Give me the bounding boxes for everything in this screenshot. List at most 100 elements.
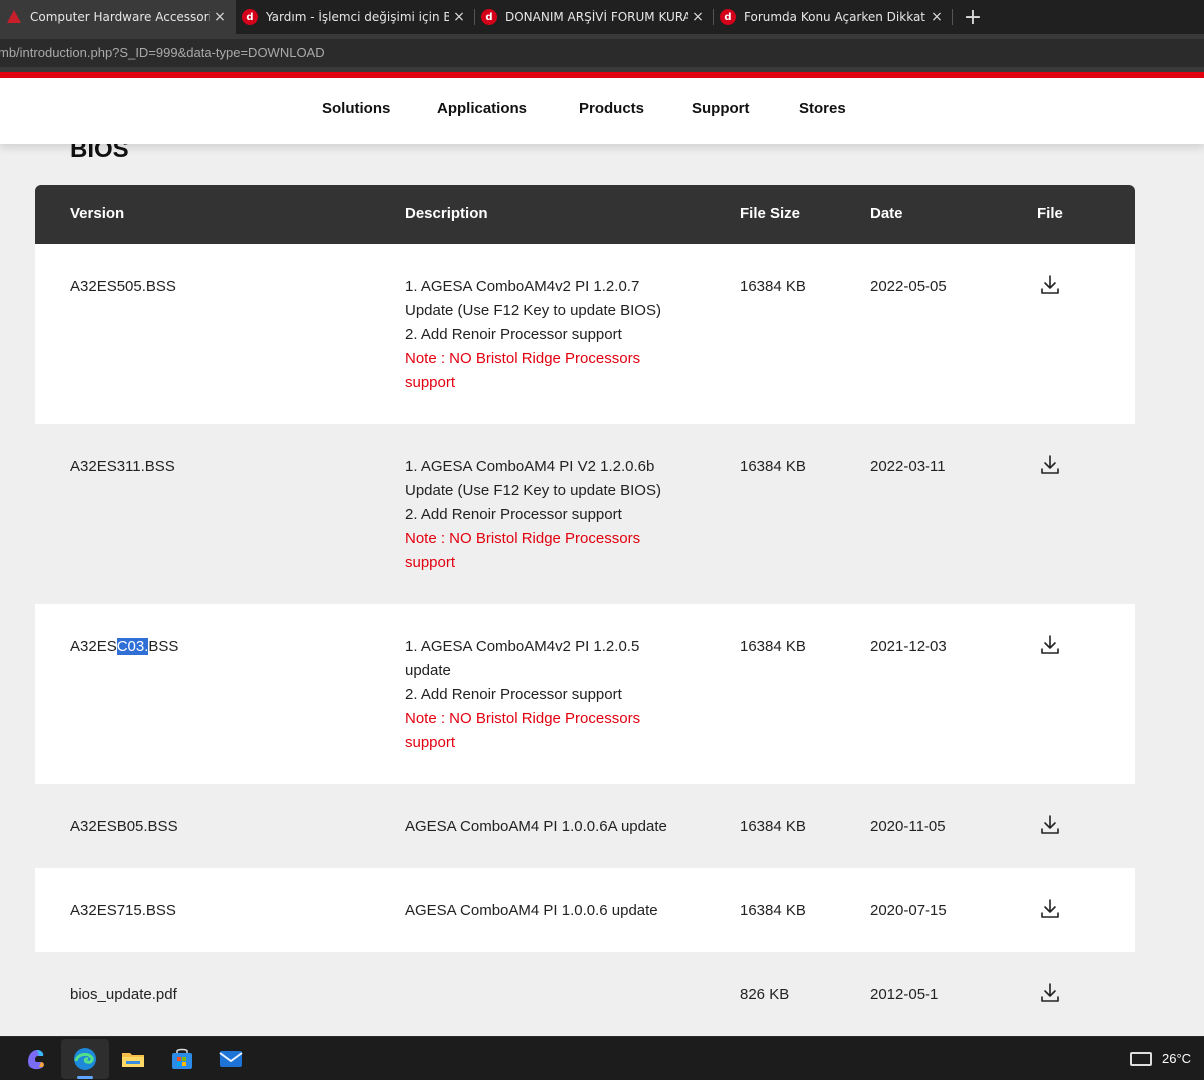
- column-header-file: File: [1037, 205, 1063, 222]
- file-size-cell: 826 KB: [740, 986, 790, 1003]
- weather-icon[interactable]: [1130, 1052, 1152, 1066]
- browser-tab-asrock[interactable]: Computer Hardware Accessories, ×: [0, 0, 236, 34]
- description-cell: 1. AGESA ComboAM4v2 PI 1.2.0.7 Update (U…: [405, 275, 705, 395]
- close-icon[interactable]: ×: [688, 9, 708, 25]
- asrock-triangle-icon: [6, 9, 22, 25]
- tab-title: Computer Hardware Accessories,: [30, 10, 210, 24]
- note-line: support: [405, 734, 456, 751]
- nav-support[interactable]: Support: [692, 100, 750, 117]
- version-text: A32ESB05.BSS: [70, 818, 178, 835]
- tab-title: Forumda Konu Açarken Dikkat Et: [744, 10, 927, 24]
- version-cell: A32ES311.BSS: [70, 455, 175, 479]
- download-icon[interactable]: [1038, 273, 1062, 297]
- table-row: A32ES715.BSS AGESA ComboAM4 PI 1.0.0.6 u…: [35, 868, 1135, 952]
- file-explorer-icon[interactable]: [118, 1044, 148, 1074]
- version-text: BSS: [148, 638, 179, 655]
- donanim-arsivi-icon: d: [242, 9, 258, 25]
- version-text: A32ES311.BSS: [70, 458, 175, 475]
- file-size-cell: 16384 KB: [740, 902, 806, 919]
- address-bar[interactable]: mb/introduction.php?S_ID=999&data-type=D…: [0, 39, 1204, 67]
- nav-products[interactable]: Products: [579, 100, 644, 117]
- description-line: 2. Add Renoir Processor support: [405, 506, 622, 523]
- nav-stores[interactable]: Stores: [799, 100, 846, 117]
- description-cell: 1. AGESA ComboAM4 PI V2 1.2.0.6b Update …: [405, 455, 705, 575]
- table-row: A32ES311.BSS 1. AGESA ComboAM4 PI V2 1.2…: [35, 424, 1135, 604]
- column-header-date: Date: [870, 205, 903, 222]
- tab-title: DONANIM ARŞİVİ FORUM KURALL: [505, 10, 688, 24]
- file-size-cell: 16384 KB: [740, 278, 806, 295]
- version-cell: A32ESB05.BSS: [70, 815, 178, 839]
- version-cell: A32ES505.BSS: [70, 275, 176, 299]
- donanim-arsivi-icon: d: [720, 9, 736, 25]
- nav-applications[interactable]: Applications: [437, 100, 527, 117]
- version-cell: bios_update.pdf: [70, 983, 177, 1007]
- description-line: AGESA ComboAM4 PI 1.0.0.6 update: [405, 902, 658, 919]
- table-row: bios_update.pdf 826 KB 2012-05-1: [35, 952, 1135, 1036]
- note-line: Note : NO Bristol Ridge Processors: [405, 710, 641, 727]
- copilot-icon[interactable]: [21, 1044, 51, 1074]
- note-line: Note : NO Bristol Ridge Processors: [405, 350, 641, 367]
- date-cell: 2022-05-05: [870, 278, 947, 295]
- description-cell: AGESA ComboAM4 PI 1.0.0.6A update: [405, 815, 725, 839]
- column-header-version: Version: [70, 205, 125, 222]
- temperature-label: 26°C: [1162, 1051, 1192, 1066]
- file-size-cell: 16384 KB: [740, 818, 806, 835]
- description-line: 2. Add Renoir Processor support: [405, 686, 622, 703]
- description-line: Update (Use F12 Key to update BIOS): [405, 302, 661, 319]
- description-line: AGESA ComboAM4 PI 1.0.0.6A update: [405, 818, 667, 835]
- description-line: update: [405, 662, 451, 679]
- date-cell: 2012-05-1: [870, 986, 939, 1003]
- tab-title: Yardım - İşlemci değişimi için BIOS: [266, 10, 449, 24]
- browser-tab-forumda-konu[interactable]: d Forumda Konu Açarken Dikkat Et ×: [714, 0, 953, 34]
- close-icon[interactable]: ×: [449, 9, 469, 25]
- date-cell: 2021-12-03: [870, 638, 947, 655]
- close-icon[interactable]: ×: [210, 9, 230, 25]
- close-icon[interactable]: ×: [927, 9, 947, 25]
- address-bar-container: mb/introduction.php?S_ID=999&data-type=D…: [0, 34, 1204, 72]
- date-cell: 2020-11-05: [870, 818, 946, 835]
- description-cell: 1. AGESA ComboAM4v2 PI 1.2.0.5 update 2.…: [405, 635, 705, 755]
- date-cell: 2020-07-15: [870, 902, 947, 919]
- table-row: A32ESB05.BSS AGESA ComboAM4 PI 1.0.0.6A …: [35, 784, 1135, 868]
- text-selection-highlight: C03.: [116, 638, 149, 655]
- table-row: A32ES505.BSS 1. AGESA ComboAM4v2 PI 1.2.…: [35, 244, 1135, 424]
- table-header: Version Description File Size Date File: [35, 185, 1135, 244]
- version-text: A32ES505.BSS: [70, 278, 176, 295]
- version-text: A32ES715.BSS: [70, 902, 176, 919]
- browser-tab-yardim[interactable]: d Yardım - İşlemci değişimi için BIOS ×: [236, 0, 475, 34]
- browser-tab-strip: Computer Hardware Accessories, × d Yardı…: [0, 0, 1204, 34]
- column-header-file-size: File Size: [740, 205, 801, 222]
- table-row: A32ESC03.BSS 1. AGESA ComboAM4v2 PI 1.2.…: [35, 604, 1135, 784]
- version-text: A32ES: [70, 638, 117, 655]
- site-navigation: Solutions Applications Products Support …: [0, 78, 1204, 144]
- nav-solutions[interactable]: Solutions: [322, 100, 390, 117]
- column-header-description: Description: [405, 205, 488, 222]
- browser-tab-forum-kurallari[interactable]: d DONANIM ARŞİVİ FORUM KURALL ×: [475, 0, 714, 34]
- download-icon[interactable]: [1038, 897, 1062, 921]
- version-text: bios_update.pdf: [70, 986, 177, 1003]
- active-app-indicator: [77, 1076, 93, 1079]
- new-tab-button[interactable]: +: [953, 0, 993, 34]
- mail-icon[interactable]: [216, 1044, 246, 1074]
- download-icon[interactable]: [1038, 981, 1062, 1005]
- file-size-cell: 16384 KB: [740, 638, 806, 655]
- description-line: 1. AGESA ComboAM4v2 PI 1.2.0.5: [405, 638, 640, 655]
- version-cell: A32ES715.BSS: [70, 899, 176, 923]
- download-icon[interactable]: [1038, 453, 1062, 477]
- file-size-cell: 16384 KB: [740, 458, 806, 475]
- description-line: Update (Use F12 Key to update BIOS): [405, 482, 661, 499]
- download-icon[interactable]: [1038, 633, 1062, 657]
- description-line: 1. AGESA ComboAM4 PI V2 1.2.0.6b: [405, 458, 655, 475]
- note-line: Note : NO Bristol Ridge Processors: [405, 530, 641, 547]
- download-icon[interactable]: [1038, 813, 1062, 837]
- edge-icon[interactable]: [70, 1044, 100, 1074]
- note-line: support: [405, 554, 456, 571]
- version-cell: A32ESC03.BSS: [70, 635, 178, 659]
- date-cell: 2022-03-11: [870, 458, 946, 475]
- donanim-arsivi-icon: d: [481, 9, 497, 25]
- description-line: 1. AGESA ComboAM4v2 PI 1.2.0.7: [405, 278, 640, 295]
- description-line: 2. Add Renoir Processor support: [405, 326, 622, 343]
- windows-taskbar: 26°C: [0, 1036, 1204, 1080]
- store-icon[interactable]: [167, 1044, 197, 1074]
- description-cell: AGESA ComboAM4 PI 1.0.0.6 update: [405, 899, 725, 923]
